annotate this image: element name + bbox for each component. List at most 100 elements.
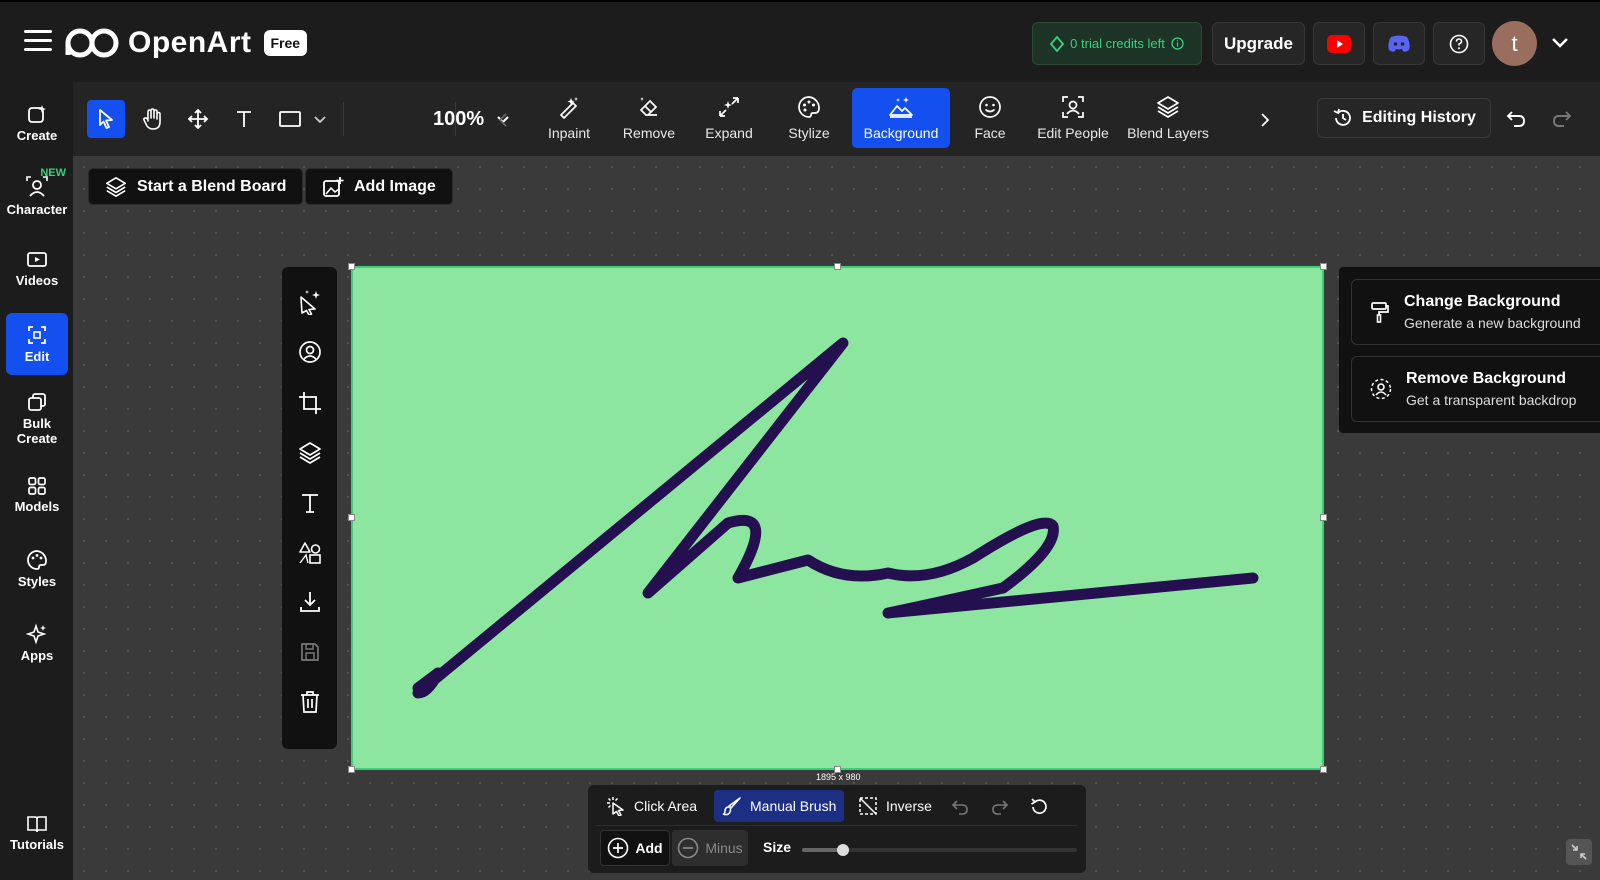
download-tool[interactable] <box>295 587 325 617</box>
redo-icon[interactable] <box>1551 107 1573 129</box>
background-options-panel: Change Background Generate a new backgro… <box>1339 267 1600 433</box>
feature-label: Remove <box>622 125 676 141</box>
resize-handle-top[interactable] <box>834 263 841 270</box>
delete-tool[interactable] <box>295 687 325 717</box>
shape-dropdown-chevron-icon[interactable] <box>313 114 327 126</box>
resize-handle-left[interactable] <box>348 514 355 521</box>
add-image-button[interactable]: Add Image <box>305 168 453 205</box>
inverse-button[interactable]: Inverse <box>850 790 940 822</box>
person-circle-icon <box>299 341 321 363</box>
discord-button[interactable] <box>1373 22 1425 65</box>
feature-remove[interactable]: Remove <box>611 88 687 148</box>
sidebar-item-bulk-create[interactable]: Bulk Create <box>6 388 68 450</box>
move-icon <box>187 108 209 130</box>
shape-tool[interactable] <box>271 100 309 138</box>
inverse-icon <box>859 797 877 815</box>
question-icon <box>1449 34 1469 53</box>
click-area-button[interactable]: Click Area <box>598 790 705 822</box>
resize-handle-right[interactable] <box>1320 514 1327 521</box>
resize-handle-top-left[interactable] <box>348 263 355 270</box>
reset-icon[interactable] <box>1029 797 1049 817</box>
text-tool[interactable] <box>225 100 263 138</box>
sidebar-item-character[interactable]: NEW Character <box>6 165 68 227</box>
sidebar-item-create[interactable]: Create <box>6 92 68 154</box>
editing-history-label: Editing History <box>1362 109 1476 126</box>
cursor-icon <box>99 109 113 129</box>
move-tool[interactable] <box>179 100 217 138</box>
brush-icon <box>722 797 741 816</box>
resize-handle-bottom-left[interactable] <box>348 766 355 773</box>
feature-background[interactable]: Background <box>852 88 950 148</box>
save-tool[interactable] <box>295 637 325 667</box>
ai-select-tool[interactable] <box>295 287 325 317</box>
select-tool[interactable] <box>87 100 125 138</box>
manual-brush-button[interactable]: Manual Brush <box>714 790 845 822</box>
chevron-down-icon[interactable] <box>1550 32 1570 52</box>
resize-handle-top-right[interactable] <box>1320 263 1327 270</box>
sidebar-item-label: Bulk Create <box>16 416 58 446</box>
remove-background-option[interactable]: Remove Background Get a transparent back… <box>1351 356 1600 422</box>
palette-icon <box>798 96 820 118</box>
layers-tool[interactable] <box>295 438 325 468</box>
signature-stroke <box>412 337 1259 699</box>
sidebar-item-label: Apps <box>20 647 54 663</box>
sidebar-item-edit[interactable]: Edit <box>6 313 68 375</box>
sidebar-item-apps[interactable]: Apps <box>6 612 68 674</box>
brush-undo-icon[interactable] <box>951 798 969 816</box>
canvas-image[interactable] <box>351 266 1324 770</box>
undo-icon[interactable] <box>1505 107 1527 129</box>
scroll-right-chevron-icon[interactable] <box>1259 112 1271 128</box>
feature-face[interactable]: Face <box>954 88 1026 148</box>
feature-edit-people[interactable]: Edit People <box>1030 88 1116 148</box>
history-icon <box>1333 108 1351 126</box>
resize-handle-bottom-right[interactable] <box>1320 766 1327 773</box>
new-badge: NEW <box>40 167 66 179</box>
collapse-icon[interactable] <box>1566 839 1592 865</box>
brand-logo[interactable]: OpenArt Free <box>64 26 308 60</box>
hand-icon <box>143 108 161 130</box>
edit-frame-icon <box>28 325 46 344</box>
layers-icon <box>299 442 321 464</box>
add-text-tool[interactable] <box>295 488 325 518</box>
toolbar-divider <box>455 102 456 136</box>
feature-expand[interactable]: Expand <box>691 88 767 148</box>
image-dimensions: 1895 x 980 <box>816 772 861 782</box>
shapes-tool[interactable] <box>295 538 325 568</box>
editing-history-button[interactable]: Editing History <box>1317 98 1491 138</box>
sidebar-item-models[interactable]: Models <box>6 464 68 526</box>
landscape-icon <box>889 97 913 118</box>
sidebar-item-styles[interactable]: Styles <box>6 538 68 600</box>
layer-tools-panel <box>282 267 337 749</box>
brush-panel: Click Area Manual Brush Inverse Add Minu… <box>588 785 1086 873</box>
youtube-button[interactable] <box>1313 22 1365 65</box>
brush-size-slider[interactable] <box>802 844 1077 856</box>
brand-name: OpenArt <box>128 26 252 59</box>
info-icon <box>1171 37 1184 50</box>
pan-tool[interactable] <box>133 100 171 138</box>
sidebar-item-videos[interactable]: Videos <box>6 238 68 300</box>
face-tool[interactable] <box>295 337 325 367</box>
sidebar-item-tutorials[interactable]: Tutorials <box>6 802 68 864</box>
help-button[interactable] <box>1433 22 1485 65</box>
credits-indicator[interactable]: 0 trial credits left <box>1032 22 1202 65</box>
brush-redo-icon[interactable] <box>991 798 1009 816</box>
menu-icon[interactable] <box>24 30 52 52</box>
change-background-option[interactable]: Change Background Generate a new backgro… <box>1351 279 1600 345</box>
user-avatar[interactable]: t <box>1492 21 1537 66</box>
text-icon <box>237 111 251 127</box>
feature-stylize[interactable]: Stylize <box>771 88 847 148</box>
sidebar: Create NEW Character Videos Edit Bulk Cr… <box>0 82 73 880</box>
sidebar-item-label: Character <box>6 201 68 217</box>
add-label: Add <box>635 840 663 856</box>
feature-blend-layers[interactable]: Blend Layers <box>1120 88 1216 148</box>
scroll-left-chevron-icon[interactable] <box>497 112 509 128</box>
add-mask-button[interactable]: Add <box>600 830 670 866</box>
minus-mask-button[interactable]: Minus <box>672 830 748 866</box>
change-background-subtitle: Generate a new background <box>1404 315 1581 331</box>
diamond-icon <box>1050 35 1065 52</box>
upgrade-button[interactable]: Upgrade <box>1212 22 1305 65</box>
brush-size-thumb[interactable] <box>837 844 850 856</box>
crop-tool[interactable] <box>295 388 325 418</box>
start-blend-board-button[interactable]: Start a Blend Board <box>88 168 304 205</box>
feature-inpaint[interactable]: Inpaint <box>531 88 607 148</box>
